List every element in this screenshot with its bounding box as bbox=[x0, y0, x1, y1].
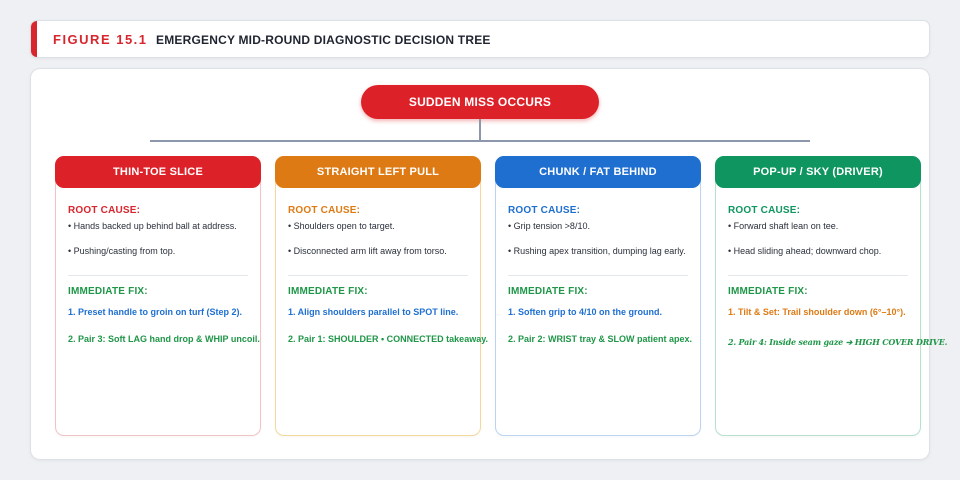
branch-card-pop-up-sky-driver: POP-UP / SKY (DRIVER) ROOT CAUSE: • Forw… bbox=[715, 156, 947, 436]
figure-header: FIGURE 15.1 EMERGENCY MID-ROUND DIAGNOST… bbox=[30, 20, 930, 58]
root-cause-item: • Hands backed up behind ball at address… bbox=[68, 221, 237, 231]
root-cause-item: • Forward shaft lean on tee. bbox=[728, 221, 839, 231]
connector-bar bbox=[150, 140, 810, 142]
root-cause-item: • Pushing/casting from top. bbox=[68, 246, 176, 256]
branch-header: STRAIGHT LEFT PULL bbox=[275, 156, 481, 188]
root-node: SUDDEN MISS OCCURS bbox=[361, 85, 599, 119]
root-cause-label: ROOT CAUSE: bbox=[68, 205, 141, 216]
fix-item: 2. Pair 1: SHOULDER • CONNECTED takeaway… bbox=[288, 334, 489, 344]
branch-header: CHUNK / FAT BEHIND bbox=[495, 156, 701, 188]
root-cause-item: • Disconnected arm lift away from torso. bbox=[288, 246, 447, 256]
fix-item: 2. Pair 2: WRIST tray & SLOW patient ape… bbox=[508, 334, 693, 344]
branch-card-straight-left-pull: STRAIGHT LEFT PULL ROOT CAUSE: • Shoulde… bbox=[275, 156, 488, 436]
connector-stem bbox=[479, 119, 481, 141]
fix-item: 2. Pair 4: Inside seam gaze ➔ HIGH COVER… bbox=[728, 337, 948, 347]
branch-header: POP-UP / SKY (DRIVER) bbox=[715, 156, 921, 188]
immediate-fix-label: IMMEDIATE FIX: bbox=[288, 286, 368, 297]
header-accent-bar bbox=[31, 21, 37, 57]
figure-title: EMERGENCY MID-ROUND DIAGNOSTIC DECISION … bbox=[156, 33, 491, 47]
section-divider bbox=[68, 275, 248, 276]
fix-item: 1. Soften grip to 4/10 on the ground. bbox=[508, 307, 663, 317]
root-cause-label: ROOT CAUSE: bbox=[508, 205, 581, 216]
section-divider bbox=[728, 275, 908, 276]
branch-header: THIN-TOE SLICE bbox=[55, 156, 261, 188]
immediate-fix-label: IMMEDIATE FIX: bbox=[68, 286, 148, 297]
branch-card-chunk-fat-behind: CHUNK / FAT BEHIND ROOT CAUSE: • Grip te… bbox=[495, 156, 701, 436]
root-cause-label: ROOT CAUSE: bbox=[728, 205, 801, 216]
fix-item: 1. Preset handle to groin on turf (Step … bbox=[68, 307, 243, 317]
fix-item: 1. Tilt & Set: Trail shoulder down (6°–1… bbox=[728, 307, 906, 317]
section-divider bbox=[508, 275, 688, 276]
immediate-fix-label: IMMEDIATE FIX: bbox=[508, 286, 588, 297]
immediate-fix-label: IMMEDIATE FIX: bbox=[728, 286, 808, 297]
root-cause-item: • Shoulders open to target. bbox=[288, 221, 395, 231]
root-cause-item: • Rushing apex transition, dumping lag e… bbox=[508, 246, 686, 256]
fix-item: 2. Pair 3: Soft LAG hand drop & WHIP unc… bbox=[68, 334, 260, 344]
root-cause-label: ROOT CAUSE: bbox=[288, 205, 361, 216]
branch-card-thin-toe-slice: THIN-TOE SLICE ROOT CAUSE: • Hands backe… bbox=[55, 156, 261, 436]
root-cause-item: • Grip tension >8/10. bbox=[508, 221, 590, 231]
root-cause-item: • Head sliding ahead; downward chop. bbox=[728, 246, 882, 256]
section-divider bbox=[288, 275, 468, 276]
fix-item: 1. Align shoulders parallel to SPOT line… bbox=[288, 307, 459, 317]
figure-number: FIGURE 15.1 bbox=[53, 32, 148, 47]
